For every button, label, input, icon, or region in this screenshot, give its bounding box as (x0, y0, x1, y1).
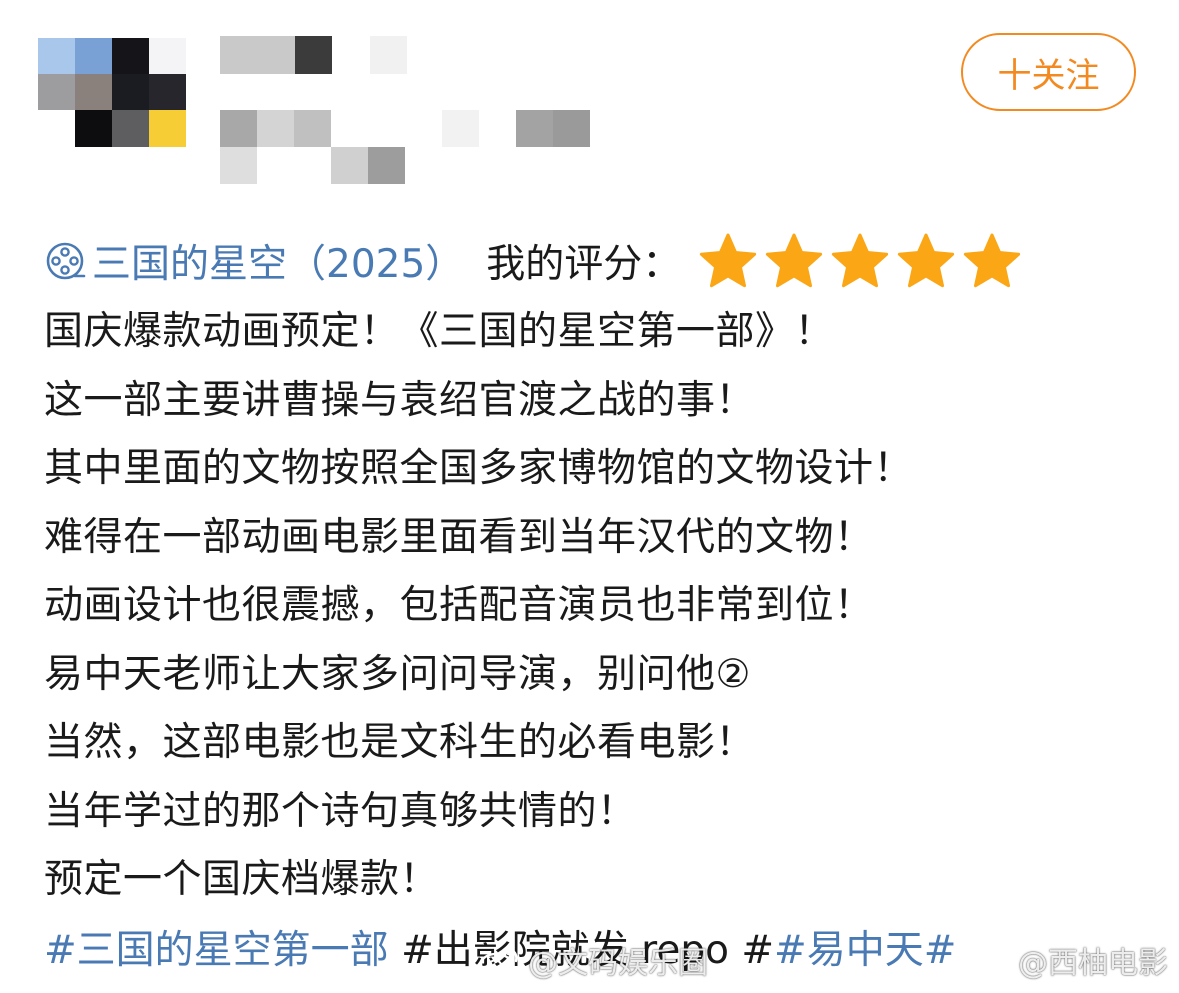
post-line: 这一部主要讲曹操与袁绍官渡之战的事！ (44, 377, 756, 423)
watermark-text: @文码娱乐圈 (528, 946, 708, 981)
rating-line: 三国的星空（2025） 我的评分： (44, 230, 1027, 292)
star-icon (898, 233, 955, 288)
star-icon (964, 233, 1021, 288)
post-line: 其中里面的文物按照全国多家博物馆的文物设计！ (44, 446, 914, 491)
post-line: 动画设计也很震撼，包括配音演员也非常到位！ (44, 583, 874, 628)
movie-title: 三国的星空（2025） (92, 242, 465, 287)
post-body: 国庆爆款动画预定！《三国的星空第一部》！ 这一部主要讲曹操与袁绍官渡之战的事！ … (44, 298, 1154, 915)
post-line: 当然，这部电影也是文科生的必看电影！ (44, 720, 756, 765)
star-icon (766, 233, 823, 288)
weibo-logo-icon (479, 947, 518, 976)
hashtag-link[interactable]: #易中天# (774, 928, 956, 973)
rating-label: 我的评分： (486, 242, 682, 287)
follow-button[interactable]: 十关注 (961, 33, 1136, 111)
weibo-logo-icon (969, 947, 1008, 976)
post-line: 难得在一部动画电影里面看到当年汉代的文物！ (44, 514, 874, 560)
post-line: 易中天老师让大家多问问导演，别问他② (44, 651, 751, 697)
follow-label: 十关注 (997, 55, 1100, 96)
star-icon (832, 233, 889, 288)
avatar[interactable] (38, 38, 186, 147)
star-rating (697, 232, 1027, 290)
hashtag-link[interactable]: #三国的星空第一部 (44, 928, 389, 973)
post-meta-blurred (220, 110, 600, 185)
post-line: 国庆爆款动画预定！《三国的星空第一部》！ (44, 309, 835, 354)
username-blurred[interactable] (220, 36, 420, 76)
post-line: 预定一个国庆档爆款！ (44, 857, 440, 902)
film-reel-icon (46, 242, 86, 280)
movie-link[interactable]: 三国的星空（2025） (44, 233, 464, 289)
watermark-text: @西柚电影 (1018, 946, 1168, 981)
star-icon (700, 233, 757, 288)
watermark: @文码娱乐圈 (478, 935, 708, 985)
post-line: 当年学过的那个诗句真够共情的！ (44, 788, 637, 834)
watermark: @西柚电影 (968, 935, 1168, 985)
